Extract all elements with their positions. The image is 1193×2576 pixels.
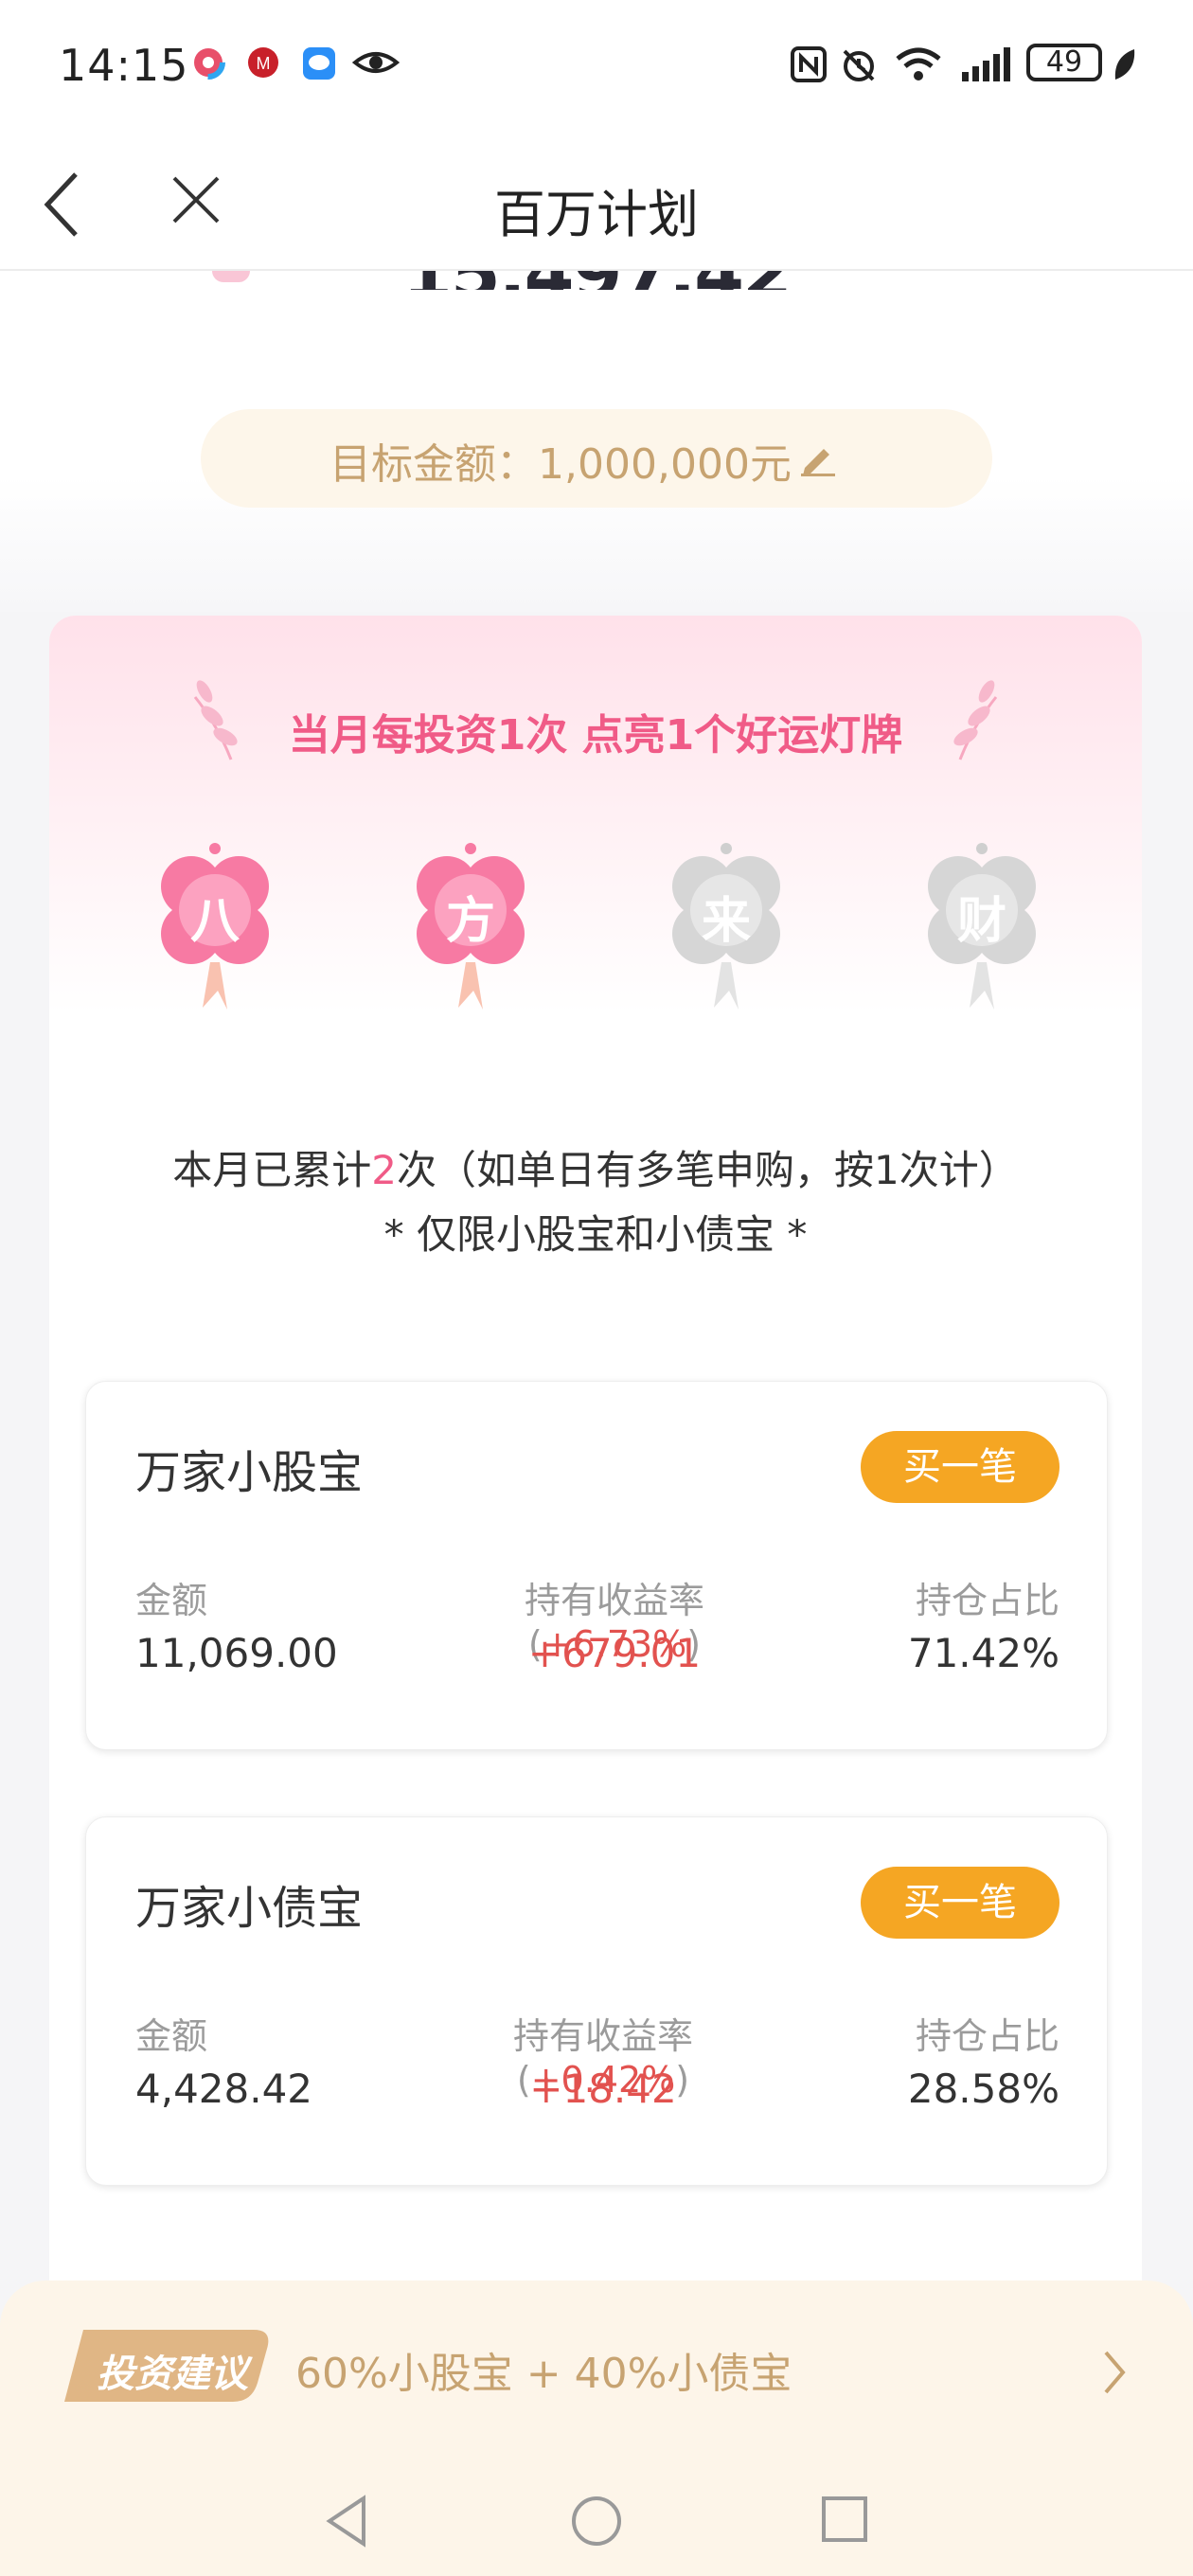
- lantern-char: 来: [701, 893, 751, 950]
- battery-level: 49: [1045, 45, 1083, 79]
- wheat-right-icon: [953, 680, 998, 760]
- page-title: 百万计划: [494, 185, 699, 244]
- amount-value: 11,069.00: [135, 1630, 338, 1676]
- signal-icon: [962, 47, 1010, 81]
- lucky-lantern-card: 当月每投资1次 点亮1个好运灯牌 八 方 来 财 本月已累计2次（如单日有多笔申…: [49, 616, 1142, 2311]
- advice-tag-label: 投资建议: [97, 2352, 248, 2396]
- amount-label: 金额: [135, 2015, 208, 2057]
- message-icon: [303, 47, 335, 80]
- advice-text: 60%小股宝 + 40%小债宝: [295, 2350, 792, 2398]
- count-suffix: 次（如单日有多笔申购，按1次计）: [397, 1147, 1019, 1193]
- lantern-char: 财: [956, 893, 1006, 950]
- alarm-icon: [843, 49, 875, 81]
- total-amount: 15,497.42: [0, 271, 1193, 290]
- investment-advice-bar[interactable]: 投资建议 60%小股宝 + 40%小债宝: [0, 2281, 1193, 2470]
- ratio-label: 持仓占比: [915, 2015, 1059, 2057]
- amount-value: 4,428.42: [135, 2066, 313, 2112]
- app-icon-1: [191, 45, 225, 80]
- goal-pill[interactable]: 目标金额：1,000,000元: [201, 409, 992, 508]
- monthly-count: 本月已累计2次（如单日有多笔申购，按1次计）: [49, 1138, 1142, 1196]
- lantern-char: 方: [445, 893, 495, 950]
- lantern-ba: 八: [144, 839, 305, 1019]
- nav-bar: 百万计划: [0, 138, 1193, 271]
- buy-button[interactable]: 买一笔: [861, 1867, 1059, 1939]
- lantern-char: 八: [189, 893, 240, 950]
- eye-icon: [352, 52, 400, 73]
- return-value: +18.42: [529, 2066, 677, 2112]
- ratio-value: 28.58%: [907, 2066, 1059, 2112]
- status-time: 14:15: [59, 40, 189, 91]
- battery-icon: 49: [1026, 44, 1102, 81]
- back-triangle-icon[interactable]: [322, 2493, 371, 2549]
- leaf-icon: [1114, 49, 1135, 80]
- limit-note: * 仅限小股宝和小债宝 *: [383, 1211, 808, 1258]
- lantern-cai: 财: [911, 839, 1072, 1019]
- svg-text:M: M: [257, 54, 271, 73]
- return-value: +679.01: [527, 1630, 702, 1676]
- count-prefix: 本月已累计: [172, 1147, 372, 1193]
- system-nav-bar: [0, 2470, 1193, 2576]
- product-name: 万家小股宝: [135, 1446, 364, 1499]
- product-card-bond: 万家小债宝 买一笔 金额 4,428.42 持有收益率(+0.42%) +18.…: [85, 1816, 1108, 2186]
- app-icon-2: M: [248, 47, 278, 78]
- lantern-fang: 方: [400, 839, 561, 1019]
- recents-square-icon[interactable]: [818, 2493, 871, 2546]
- home-circle-icon[interactable]: [568, 2493, 625, 2549]
- status-bar: 14:15 M 49: [0, 0, 1193, 138]
- chevron-right-icon[interactable]: [1100, 2347, 1129, 2398]
- amount-label: 金额: [135, 1580, 208, 1621]
- product-name: 万家小债宝: [135, 1882, 364, 1935]
- ratio-value: 71.42%: [907, 1630, 1059, 1676]
- advice-tag: 投资建议: [64, 2330, 273, 2402]
- product-card-stock: 万家小股宝 买一笔 金额 11,069.00 持有收益率(+6.73%) +67…: [85, 1381, 1108, 1750]
- ratio-label: 持仓占比: [915, 1580, 1059, 1621]
- lantern-lai: 来: [655, 839, 816, 1019]
- pencil-icon[interactable]: [799, 439, 837, 477]
- summary-section: 15,497.42 目标金额：1,000,000元: [0, 271, 1193, 612]
- nfc-icon: [791, 46, 827, 82]
- partial-amount-clip: 15,497.42: [0, 271, 1193, 290]
- count-value: 2: [371, 1147, 397, 1193]
- wifi-icon: [896, 47, 941, 80]
- decoration-dot: [212, 271, 250, 282]
- buy-button[interactable]: 买一笔: [861, 1431, 1059, 1503]
